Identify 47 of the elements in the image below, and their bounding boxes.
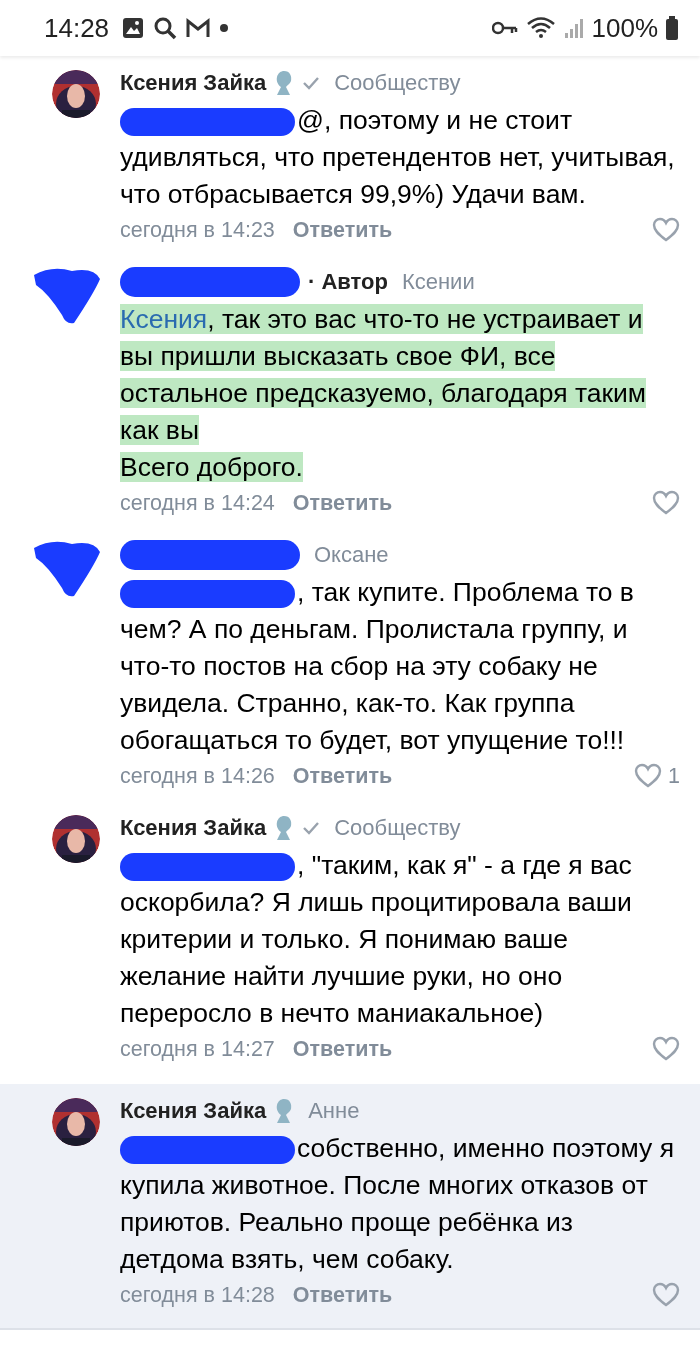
reply-to: Ксении <box>401 269 475 295</box>
avatar[interactable] <box>52 815 100 863</box>
heart-icon <box>652 1036 680 1062</box>
like-button[interactable] <box>652 1036 680 1062</box>
key-icon <box>491 20 518 36</box>
avatar[interactable] <box>52 1098 100 1146</box>
like-button[interactable] <box>652 217 680 243</box>
like-button[interactable]: 1 <box>634 763 680 789</box>
comment-text: @, поэтому и не стоит удивляться, что претендентов нет, учитывая, что отбрасывается 99,9%) Удачи вам. <box>120 104 676 211</box>
comment-time: сегодня в 14:24 <box>120 490 275 516</box>
status-time: 14:28 <box>44 12 110 44</box>
like-button[interactable] <box>652 490 680 516</box>
reply-to: Оксане <box>314 542 389 568</box>
comment-text: Ксения, так это вас что-то не устраивает и вы пришли высказать свое ФИ, все остальное предсказуемо, благодаря таким как вы Всего доброго. <box>120 303 648 484</box>
avatar[interactable] <box>52 70 100 118</box>
comment-text: , "таким, как я" - а где я вас оскорбила? Я лишь процитировала ваши критерии и только. Я понимаю ваше желание найти лучшие руки, но оно переросло в нечто маниакальное) <box>120 849 633 1030</box>
wifi-icon <box>525 16 556 40</box>
comment-time: сегодня в 14:26 <box>120 763 275 789</box>
image-icon <box>121 16 146 40</box>
reply-link[interactable]: Ответить <box>292 490 393 516</box>
signal-icon <box>563 17 584 39</box>
search-icon <box>153 16 178 40</box>
comment-time: сегодня в 14:28 <box>120 1282 275 1308</box>
battery-icon <box>666 16 678 40</box>
comment-text: собственно, именно поэтому я купила животное. После многих отказов от приютов. Реально проще ребёнка из детдома взять, чем собаку. <box>120 1132 676 1276</box>
reply-to: Анне <box>308 1098 360 1124</box>
author-role: · Автор <box>308 269 388 295</box>
comment-time: сегодня в 14:27 <box>120 1036 275 1062</box>
author-name[interactable]: Ксения Зайка <box>120 70 267 96</box>
mail-icon <box>185 17 212 39</box>
heart-icon <box>634 763 663 789</box>
author-name[interactable]: Ксения Зайка <box>120 815 267 841</box>
dot-icon <box>219 23 230 33</box>
comment-time: сегодня в 14:23 <box>120 217 275 243</box>
reply-link[interactable]: Ответить <box>292 217 393 243</box>
heart-icon <box>652 1282 680 1308</box>
like-button[interactable] <box>652 1282 680 1308</box>
author-name[interactable]: Ксения Зайка <box>120 1098 267 1124</box>
heart-icon <box>652 490 680 516</box>
reply-link[interactable]: Ответить <box>292 763 393 789</box>
heart-icon <box>652 217 680 243</box>
reply-to: Сообществу <box>334 70 461 96</box>
battery-level: 100% <box>591 12 658 44</box>
reply-link[interactable]: Ответить <box>292 1036 393 1062</box>
reply-link[interactable]: Ответить <box>292 1282 393 1308</box>
reply-to: Сообществу <box>334 815 461 841</box>
comment-text: , так купите. Проблема то в чем? А по деньгам. Пролистала группу, и что-то постов на сбор на эту собаку не увидела. Странно, как-то. Как группа обогащаться то будет, вот упущение то!!! <box>120 576 635 757</box>
